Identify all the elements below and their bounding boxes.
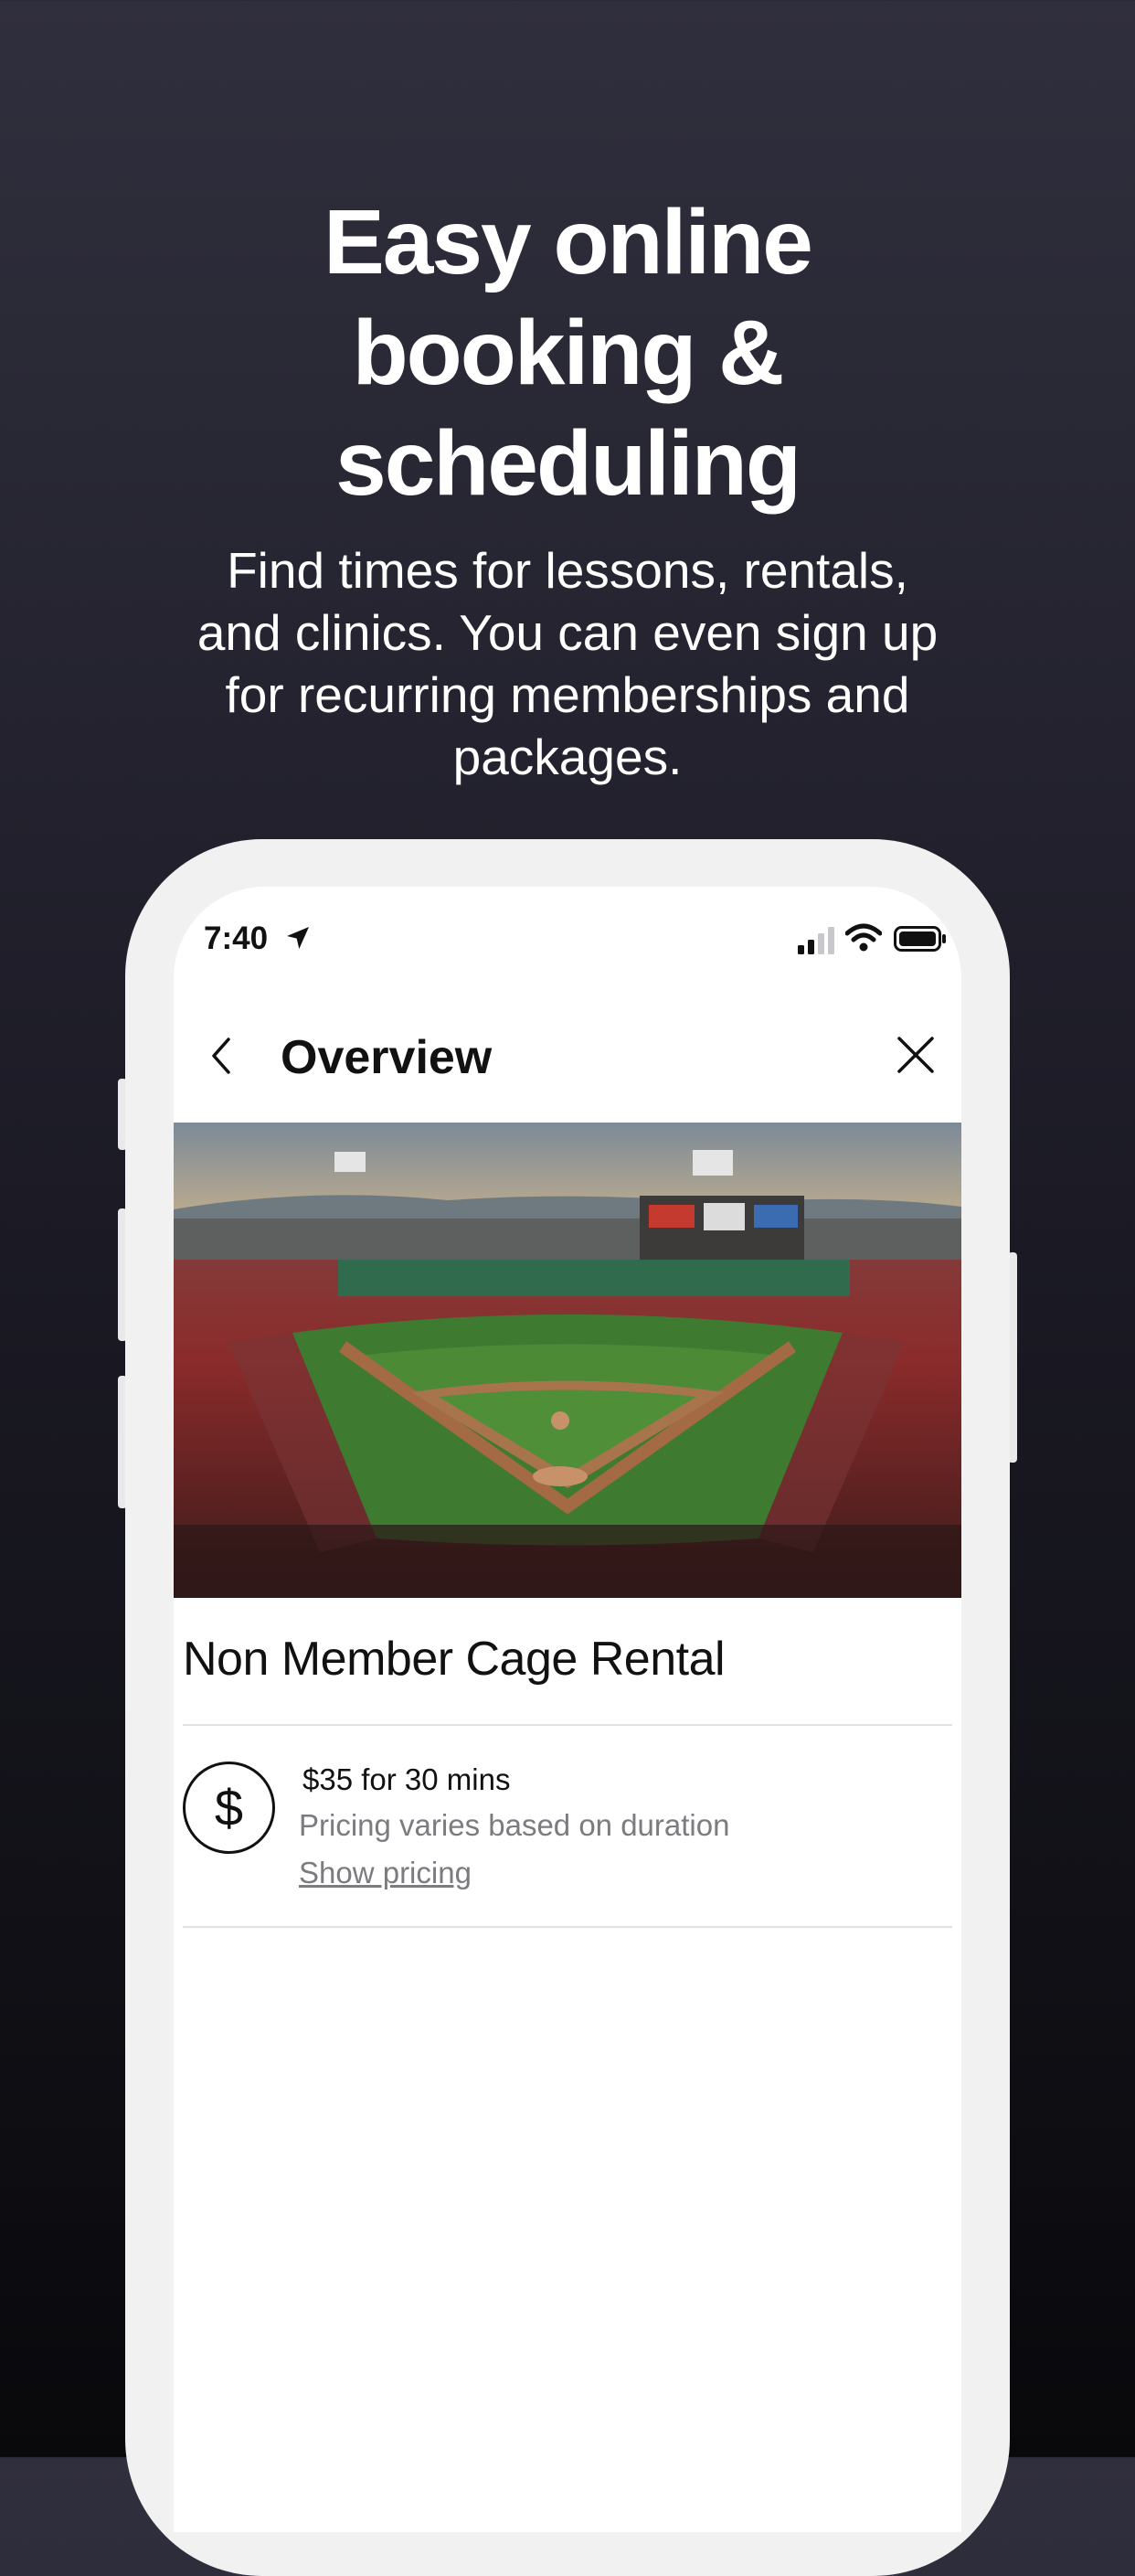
status-time: 7:40 [204, 921, 269, 956]
stadium-photo [174, 1123, 961, 1598]
divider [183, 1926, 952, 1928]
cellular-signal-icon [798, 927, 834, 954]
marketing-subtitle: Find times for lessons, rentals, and cli… [196, 542, 939, 785]
listing-title: Non Member Cage Rental [183, 1633, 726, 1686]
price-label: $35 for 30 mins [302, 1762, 511, 1796]
close-icon[interactable] [896, 1035, 936, 1075]
status-bar: 7:40 [174, 887, 961, 992]
page-title: Overview [281, 1031, 493, 1084]
show-pricing-link[interactable]: Show pricing [299, 1856, 472, 1890]
phone-screen: 7:40 Overview Non Member Cage Rental $ $… [174, 887, 961, 2532]
battery-icon [894, 926, 946, 952]
location-arrow-icon [287, 927, 309, 949]
nav-bar: Overview [174, 992, 961, 1123]
divider [183, 1724, 952, 1726]
wifi-icon [845, 923, 882, 952]
marketing-headline: Easy online booking & scheduling [324, 191, 813, 515]
chevron-left-icon[interactable] [201, 1028, 241, 1083]
dollar-icon: $ [183, 1762, 275, 1854]
price-note: Pricing varies based on duration [299, 1808, 730, 1842]
